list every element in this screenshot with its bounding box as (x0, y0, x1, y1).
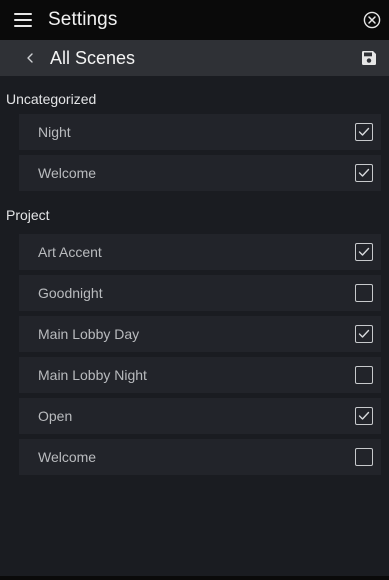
page-title: All Scenes (50, 47, 136, 68)
scene-label: Welcome (38, 165, 97, 181)
scene-label: Night (38, 124, 71, 140)
save-button[interactable] (359, 48, 379, 68)
sub-header: All Scenes (0, 40, 389, 76)
floppy-disk-icon (362, 51, 376, 65)
scene-label: Art Accent (38, 244, 102, 260)
app-title: Settings (48, 9, 118, 30)
scene-row-welcome[interactable]: Welcome (19, 155, 381, 191)
group-header-project: Project (6, 207, 50, 223)
scene-checkbox[interactable] (355, 407, 373, 425)
scene-row-main-lobby-night[interactable]: Main Lobby Night (19, 357, 381, 393)
scene-checkbox[interactable] (355, 164, 373, 182)
scene-row-goodnight[interactable]: Goodnight (19, 275, 381, 311)
hamburger-menu-icon[interactable] (14, 13, 32, 27)
scene-checkbox[interactable] (355, 284, 373, 302)
scene-row-main-lobby-day[interactable]: Main Lobby Day (19, 316, 381, 352)
scene-row-open[interactable]: Open (19, 398, 381, 434)
scene-label: Main Lobby Day (38, 326, 140, 342)
checkmark-icon (358, 411, 370, 420)
checkmark-icon (358, 329, 370, 338)
scene-label: Main Lobby Night (38, 367, 147, 383)
scene-row-art-accent[interactable]: Art Accent (19, 234, 381, 270)
checkmark-icon (358, 127, 370, 136)
scene-label: Goodnight (38, 285, 103, 301)
group-header-uncategorized: Uncategorized (6, 91, 97, 107)
close-circle-icon (363, 11, 381, 29)
scene-checkbox[interactable] (355, 448, 373, 466)
scene-checkbox[interactable] (355, 123, 373, 141)
bottom-edge (0, 576, 389, 580)
top-app-bar: Settings (0, 0, 389, 40)
close-button[interactable] (361, 9, 383, 31)
scene-checkbox[interactable] (355, 325, 373, 343)
scene-label: Open (38, 408, 73, 424)
scene-checkbox[interactable] (355, 366, 373, 384)
settings-screen: Settings All Scenes Uncategorized Night (0, 0, 389, 580)
scene-list: Uncategorized Night Welcome Project Art … (0, 76, 389, 580)
scene-row-welcome-project[interactable]: Welcome (19, 439, 381, 475)
chevron-left-icon (27, 53, 33, 63)
scene-checkbox[interactable] (355, 243, 373, 261)
checkmark-icon (358, 247, 370, 256)
scene-label: Welcome (38, 449, 97, 465)
checkmark-icon (358, 168, 370, 177)
scene-row-night[interactable]: Night (19, 114, 381, 150)
back-button[interactable] (26, 53, 38, 63)
